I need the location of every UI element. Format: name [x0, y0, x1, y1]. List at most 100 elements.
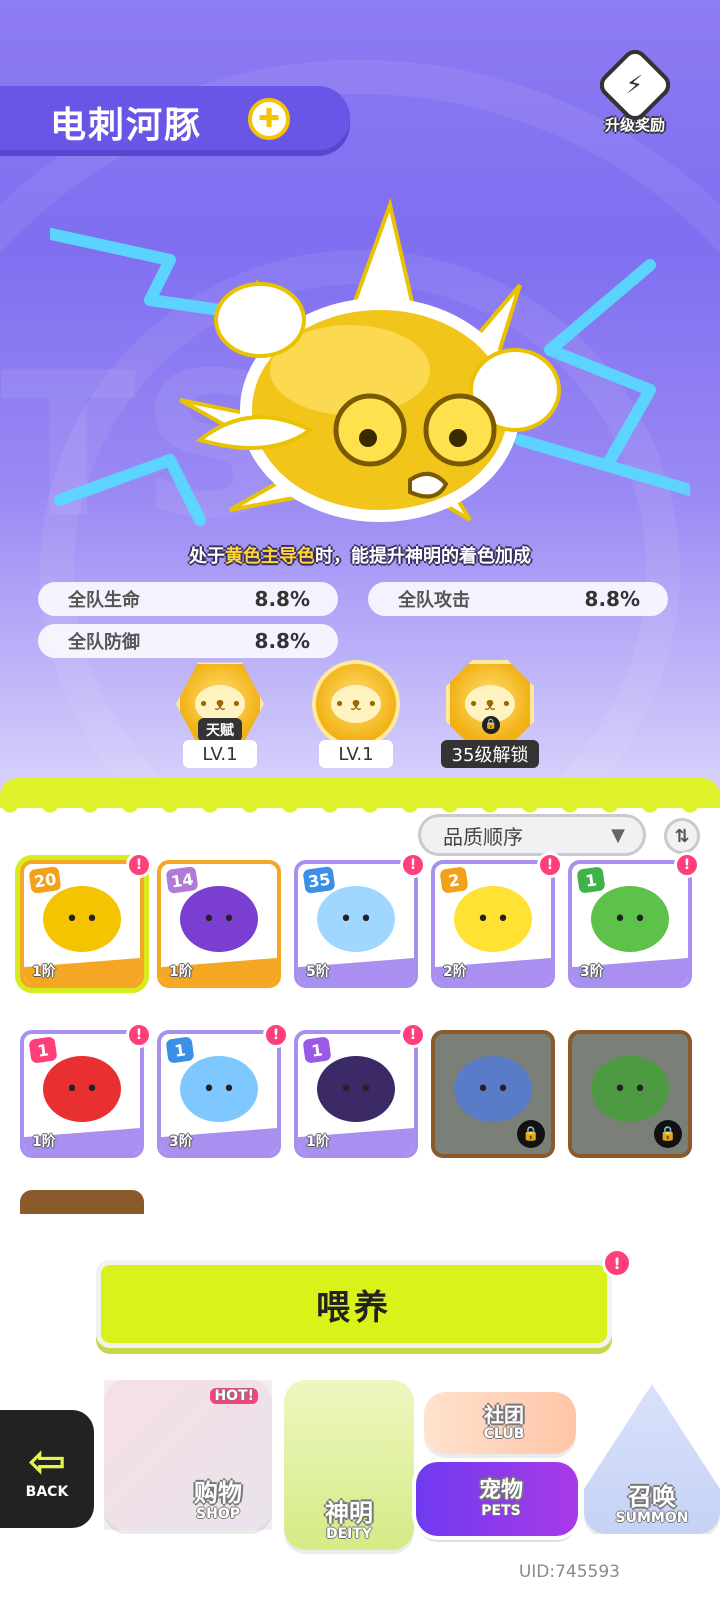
- pet-card-body: • • 🔒: [572, 1034, 688, 1154]
- pet-level-badge: 14: [165, 866, 199, 894]
- lock-icon: 🔒: [654, 1120, 682, 1148]
- pufferfish-pet-artwork: [50, 197, 690, 526]
- talent-tag: 天赋: [198, 718, 242, 742]
- nav-summon-label: 召唤: [628, 1482, 676, 1511]
- yellow-cross-icon: ✚: [248, 98, 290, 140]
- vending-machine-icon: HOT! 购物 SHOP: [104, 1380, 272, 1530]
- stat-value: 8.8%: [254, 629, 310, 653]
- nav-deity[interactable]: 神明 DEITY: [284, 1380, 414, 1550]
- pet-card[interactable]: • • 1 1阶!: [20, 1022, 152, 1158]
- pet-portrait-icon: • •: [454, 1056, 532, 1123]
- pet-grade: 5阶: [306, 964, 330, 980]
- pet-portrait-icon: • •: [43, 886, 121, 953]
- chevron-down-icon: ▼: [611, 824, 625, 846]
- pet-level-badge: 35: [302, 866, 336, 894]
- ability-highlight: 黄色主导色: [225, 546, 315, 567]
- pet-portrait-icon: • •: [317, 886, 395, 953]
- pet-alert-badge: !: [537, 852, 563, 878]
- pet-card[interactable]: • • 1 3阶!: [157, 1022, 289, 1158]
- pet-card-body: • • 2 2阶: [435, 864, 551, 984]
- feed-button[interactable]: 喂养: [96, 1260, 612, 1348]
- pet-portrait-icon: • •: [180, 1056, 258, 1123]
- nav-shop-label: 购物: [194, 1478, 242, 1507]
- pet-level-badge: 1: [576, 866, 606, 894]
- pet-detail-hero: TS 电刺河豚 ✚ ⚡ 升级奖励 处于黄色主导色时，能提升神明的着色加成 全队生…: [0, 0, 720, 800]
- pet-grade: 1阶: [306, 1134, 330, 1150]
- nav-deity-label: 神明: [325, 1498, 373, 1527]
- pet-alert-badge: !: [126, 1022, 152, 1048]
- ability-suffix: 时，能提升神明的着色加成: [315, 546, 531, 567]
- pet-grade: 3阶: [169, 1134, 193, 1150]
- lock-icon: 🔒: [482, 716, 500, 734]
- pet-portrait-icon: • •: [43, 1056, 121, 1123]
- nav-summon-sublabel: SUMMON: [615, 1510, 689, 1526]
- sort-toggle-button[interactable]: ⇅: [664, 818, 700, 854]
- nav-club-sublabel: CLUB: [483, 1426, 525, 1442]
- pet-level-badge: 1: [302, 1036, 332, 1064]
- nav-club[interactable]: 社团 CLUB: [424, 1392, 576, 1454]
- skill-passive[interactable]: • ᴥ • LV.1: [308, 660, 404, 772]
- pet-card[interactable]: • • 🔒: [431, 1030, 555, 1158]
- nav-deity-sublabel: DEITY: [325, 1526, 373, 1542]
- skill-locked[interactable]: • ᴥ • 🔒 35级解锁: [441, 660, 539, 772]
- pet-card-body: • • 14 1阶: [161, 864, 277, 984]
- pet-level-badge: 20: [28, 866, 62, 894]
- stat-label: 全队防御: [68, 632, 140, 653]
- back-label: BACK: [25, 1484, 69, 1500]
- pet-level-badge: 2: [439, 866, 469, 894]
- nav-club-label: 社团: [484, 1403, 524, 1427]
- pet-card-body: • • 20 1阶: [24, 864, 140, 984]
- section-divider-wave: [0, 778, 720, 816]
- stat-team-defense: 全队防御 8.8%: [38, 624, 338, 658]
- skill-unlock-level: 35级解锁: [441, 740, 539, 768]
- pet-level-badge: 1: [28, 1036, 58, 1064]
- pet-card-body: • • 1 3阶: [572, 864, 688, 984]
- skill-level: LV.1: [319, 740, 393, 768]
- pet-portrait-icon: • •: [454, 886, 532, 953]
- sort-order-label: 品质顺序: [443, 824, 523, 849]
- stat-team-hp: 全队生命 8.8%: [38, 582, 338, 616]
- upgrade-reward-button[interactable]: ⚡ 升级奖励: [594, 44, 676, 142]
- pufferfish-skill-icon: • ᴥ •: [312, 660, 400, 748]
- sort-order-dropdown[interactable]: 品质顺序 ▼: [418, 814, 646, 856]
- pet-grade: 3阶: [580, 964, 604, 980]
- feed-button-label: 喂养: [316, 1287, 392, 1328]
- feed-alert-badge: !: [602, 1248, 632, 1278]
- pet-grade: 1阶: [32, 964, 56, 980]
- nav-summon[interactable]: 召唤 SUMMON: [584, 1384, 720, 1534]
- pet-portrait-icon: • •: [591, 1056, 669, 1123]
- stat-label: 全队攻击: [398, 590, 470, 611]
- deity-character-icon: 神明 DEITY: [284, 1380, 414, 1550]
- nav-pets[interactable]: 宠物 PETS: [416, 1462, 578, 1536]
- nav-shop[interactable]: HOT! 购物 SHOP: [104, 1380, 272, 1530]
- back-arrow-icon: ⇦: [27, 1434, 67, 1488]
- pet-card[interactable]: • • 14 1阶: [157, 860, 281, 988]
- pet-card-partial[interactable]: [20, 1190, 144, 1214]
- pet-portrait-icon: • •: [591, 886, 669, 953]
- summon-star-icon: 召唤 SUMMON: [584, 1384, 720, 1534]
- pet-card-body: • • 🔒: [435, 1034, 551, 1154]
- nav-pets-sublabel: PETS: [481, 1503, 521, 1520]
- pet-card[interactable]: • • 1 3阶!: [568, 852, 700, 988]
- pet-alert-badge: !: [400, 1022, 426, 1048]
- pet-alert-badge: !: [263, 1022, 289, 1048]
- pet-card-body: • • 35 5阶: [298, 864, 414, 984]
- lock-icon: 🔒: [517, 1120, 545, 1148]
- back-button[interactable]: ⇦ BACK: [0, 1410, 94, 1528]
- pet-level-badge: 1: [165, 1036, 195, 1064]
- pets-fish-icon: 宠物 PETS: [416, 1462, 578, 1536]
- pet-card[interactable]: • • 🔒: [568, 1030, 692, 1158]
- stat-value: 8.8%: [584, 587, 640, 611]
- pufferfish-skill-icon: • ᴥ •: [446, 660, 534, 748]
- skill-talent[interactable]: • ᴥ • 天赋 LV.1: [172, 660, 268, 772]
- pet-card[interactable]: • • 2 2阶!: [431, 852, 563, 988]
- pet-card-body: • • 1 3阶: [161, 1034, 277, 1154]
- pet-card[interactable]: • • 35 5阶!: [294, 852, 426, 988]
- stat-team-attack: 全队攻击 8.8%: [368, 582, 668, 616]
- pet-grade: 1阶: [169, 964, 193, 980]
- pet-grade: 1阶: [32, 1134, 56, 1150]
- pet-portrait-icon: • •: [317, 1056, 395, 1123]
- pet-card[interactable]: • • 1 1阶!: [294, 1022, 426, 1158]
- user-id: UID:745593: [518, 1562, 620, 1582]
- pet-card[interactable]: • • 20 1阶!: [20, 852, 152, 988]
